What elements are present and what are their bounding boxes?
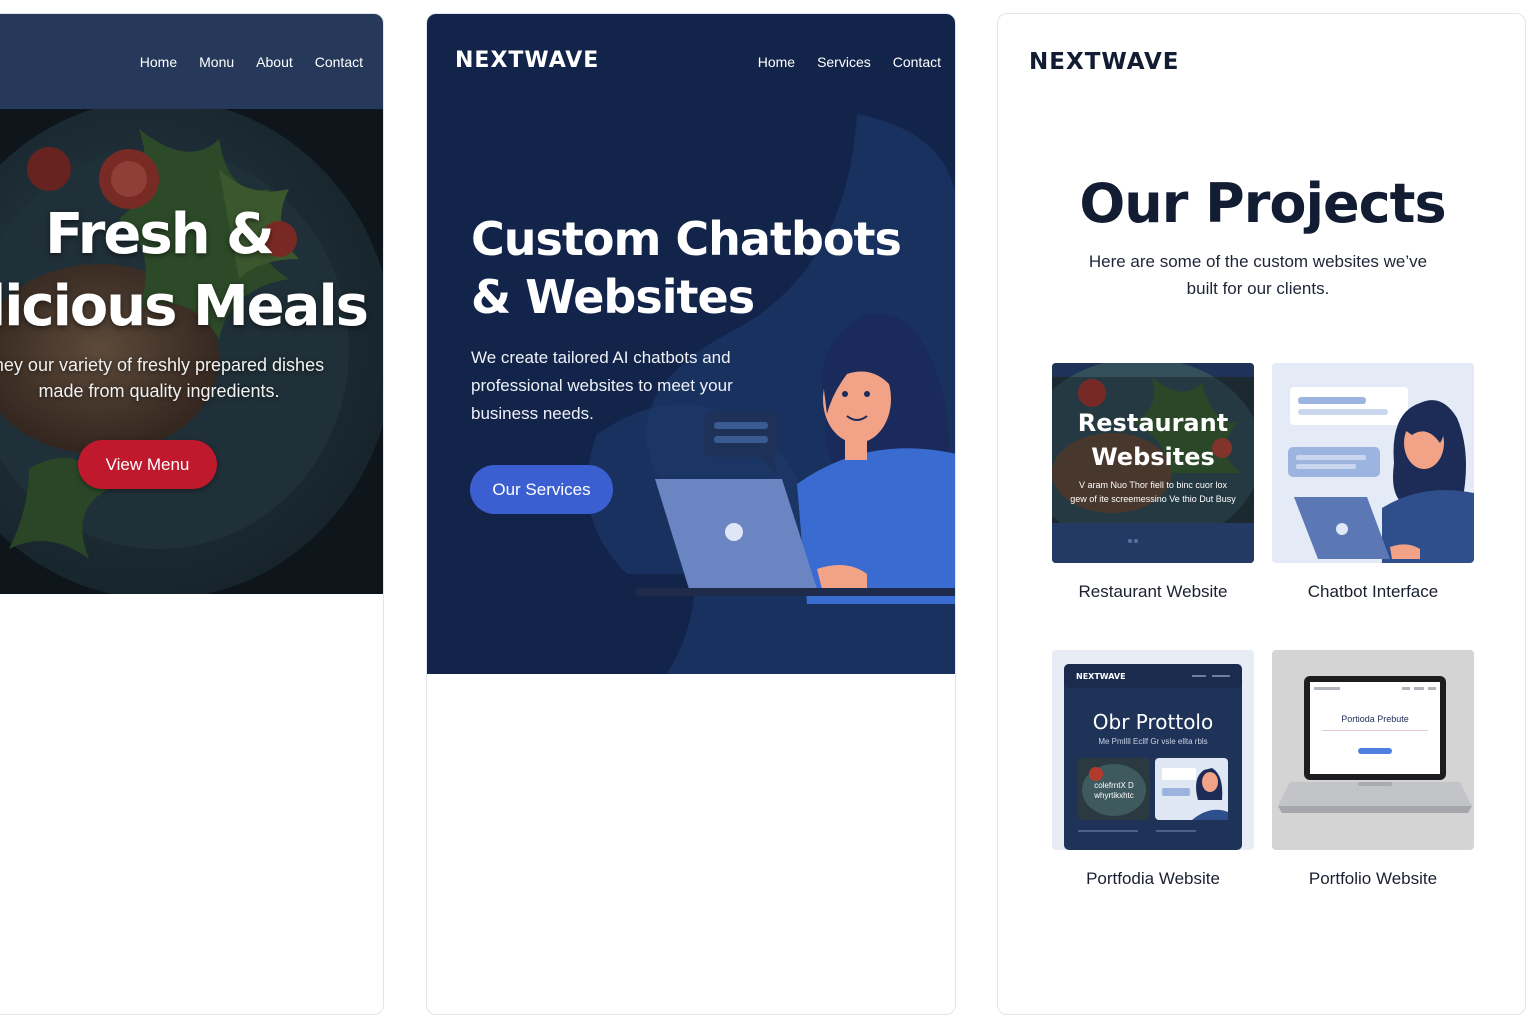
nav-services-link[interactable]: Services — [817, 54, 871, 70]
portfolio-thumb-logo: NEXTWAVE — [1076, 672, 1126, 681]
laptop-thumb-screen-title: Portioda Prebute — [1341, 714, 1409, 724]
our-services-button[interactable]: Our Services — [470, 465, 613, 514]
chatbot-hero-title: Custom Chatbots & Websites — [471, 210, 911, 326]
nav-contact-link[interactable]: Contact — [315, 54, 363, 70]
chatbot-preview-panel: NEXTWAVE Home Services Contact Custom Ch… — [426, 13, 956, 1015]
portfolio-thumbnail: NEXTWAVE Obr Prottolo Me Pmllll Ecllf Gr… — [1052, 650, 1254, 850]
view-menu-button[interactable]: View Menu — [78, 440, 217, 489]
restaurant-thumb-body-line2: gew of ite screemessino Ve thio Dut Busy — [1070, 494, 1236, 504]
restaurant-hero-title-line1: Fresh & — [45, 202, 275, 267]
restaurant-thumb-body: V aram Nuo Thor fiell to binc cuor lox g… — [1052, 478, 1254, 506]
project-caption: Portfolio Website — [1308, 869, 1438, 888]
project-card-chatbot[interactable]: Chatbot Interface — [1272, 363, 1474, 601]
chatbot-thumbnail — [1272, 363, 1474, 563]
projects-title: Our Projects — [1079, 172, 1446, 235]
chatbot-hero: NEXTWAVE Home Services Contact Custom Ch… — [427, 14, 955, 674]
portfolio-thumb-subtitle: Me Pmllll Ecllf Gr vsle ellta rbls — [1098, 737, 1208, 746]
chatbot-hero-title-line1: Custom Chatbots — [471, 212, 902, 266]
restaurant-hero: Fresh & elicious Meals ney our variety o… — [0, 109, 383, 594]
restaurant-hero-subtitle-line1: ney our variety of freshly prepared dish… — [0, 355, 325, 375]
restaurant-thumb-title-line1: Restaurant — [1077, 409, 1229, 437]
chatbot-hero-title-line2: & Websites — [471, 270, 755, 324]
chatbot-hero-subtitle: We create tailored AI chatbots and profe… — [471, 348, 733, 423]
restaurant-hero-title-line2: elicious Meals — [0, 274, 369, 339]
project-caption: Restaurant Website — [1078, 582, 1228, 601]
restaurant-preview-panel: Home Monu About Contact Fresh & icious M… — [0, 13, 384, 1015]
restaurant-hero-title: Fresh & elicious Meals — [0, 199, 383, 343]
project-caption: Chatbot Interface — [1307, 582, 1439, 601]
nav-home-link[interactable]: Home — [758, 54, 795, 70]
restaurant-navbar: Home Monu About Contact — [0, 14, 383, 109]
restaurant-nav-links: Home Monu About Contact — [118, 54, 363, 70]
project-caption: Portfodia Website — [1086, 869, 1220, 888]
nav-menu-link[interactable]: Monu — [199, 54, 234, 70]
restaurant-thumb-title: Restaurant Websites — [1052, 406, 1254, 474]
restaurant-thumb-title-line2: Websites — [1091, 443, 1215, 471]
nav-home-link[interactable]: Home — [140, 54, 177, 70]
restaurant-thumb-body-line1: V aram Nuo Thor fiell to binc cuor lox — [1079, 480, 1227, 490]
projects-preview-panel: NEXTWAVE Our Projects Here are some of t… — [997, 13, 1526, 1015]
restaurant-thumbnail: Restaurant Websites V aram Nuo Thor fiel… — [1052, 363, 1254, 563]
projects-subtitle: Here are some of the custom websites we’… — [1088, 252, 1428, 298]
nav-about-link[interactable]: About — [256, 54, 293, 70]
project-card-restaurant[interactable]: Restaurant Websites V aram Nuo Thor fiel… — [1052, 363, 1254, 601]
chatbot-thumb-icon — [1272, 363, 1474, 563]
project-card-portfodia[interactable]: NEXTWAVE Obr Prottolo Me Pmllll Ecllf Gr… — [1052, 650, 1254, 888]
portfolio-thumb-card-text: colefrntX D whyrtikxhtc — [1094, 781, 1134, 800]
project-card-portfolio[interactable]: Portioda Prebute Portfolio Website — [1272, 650, 1474, 888]
restaurant-hero-subtitle-line2: made from quality ingredients. — [38, 381, 280, 401]
laptop-thumbnail: Portioda Prebute — [1272, 650, 1474, 850]
laptop-thumb-icon — [1272, 650, 1474, 850]
portfolio-thumb-title: Obr Prottolo — [1092, 710, 1214, 734]
restaurant-hero-subtitle: ney our variety of freshly prepared dish… — [0, 352, 379, 404]
nextwave-logo[interactable]: NEXTWAVE — [1029, 49, 1179, 75]
chatbot-nav-links: Home Services Contact — [736, 54, 941, 70]
nextwave-logo[interactable]: NEXTWAVE — [455, 48, 599, 73]
nav-contact-link[interactable]: Contact — [893, 54, 941, 70]
